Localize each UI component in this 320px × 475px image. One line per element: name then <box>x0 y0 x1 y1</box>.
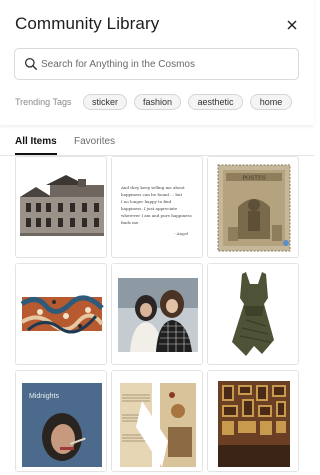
stamp-text: POSTES <box>242 176 266 182</box>
note-line-4: happiness. I just appreciate <box>121 206 178 211</box>
search-icon <box>24 57 38 71</box>
tag-aesthetic[interactable]: aesthetic <box>188 94 243 110</box>
item-green-dress[interactable] <box>207 263 299 365</box>
tab-all-items[interactable]: All Items <box>15 136 57 147</box>
tag-home[interactable]: home <box>250 94 292 110</box>
note-line-2: happiness can be found ... but <box>121 192 182 197</box>
note-line-3: I no longer happy to find <box>121 199 172 204</box>
community-library-panel: Community Library Trending Tags sticker … <box>0 0 314 475</box>
page-title: Community Library <box>15 14 160 33</box>
tag-fashion[interactable]: fashion <box>134 94 181 110</box>
item-handwritten-note[interactable]: And they keep telling me about happiness… <box>111 156 203 258</box>
library-tabs: All Items Favorites <box>0 125 314 155</box>
library-header: Community Library Trending Tags sticker … <box>0 0 314 125</box>
close-icon[interactable] <box>282 15 302 35</box>
item-building-sticker[interactable] <box>15 156 107 258</box>
album-title: Midnights <box>29 393 59 400</box>
item-patterned-fabric-sticker[interactable] <box>15 263 107 365</box>
item-midnights-album-cover[interactable]: Midnights <box>15 370 107 472</box>
item-sheet-music-collage[interactable] <box>111 370 203 472</box>
note-line-5: wherever I am and pure happiness <box>121 213 192 218</box>
tag-sticker[interactable]: sticker <box>83 94 127 110</box>
trending-tags-label: Trending Tags <box>15 97 72 107</box>
item-art-gallery-room[interactable] <box>207 370 299 472</box>
search-input[interactable] <box>41 50 291 78</box>
search-box[interactable] <box>14 48 299 80</box>
items-grid: And they keep telling me about happiness… <box>0 156 314 475</box>
item-friends-photo[interactable] <box>111 263 203 365</box>
note-signature: - Angel <box>174 231 189 236</box>
tab-favorites[interactable]: Favorites <box>74 136 115 147</box>
note-line-6: finds me. <box>121 220 140 225</box>
item-vintage-postage-stamp[interactable]: POSTES <box>207 156 299 258</box>
note-line-1: And they keep telling me about <box>120 185 185 190</box>
